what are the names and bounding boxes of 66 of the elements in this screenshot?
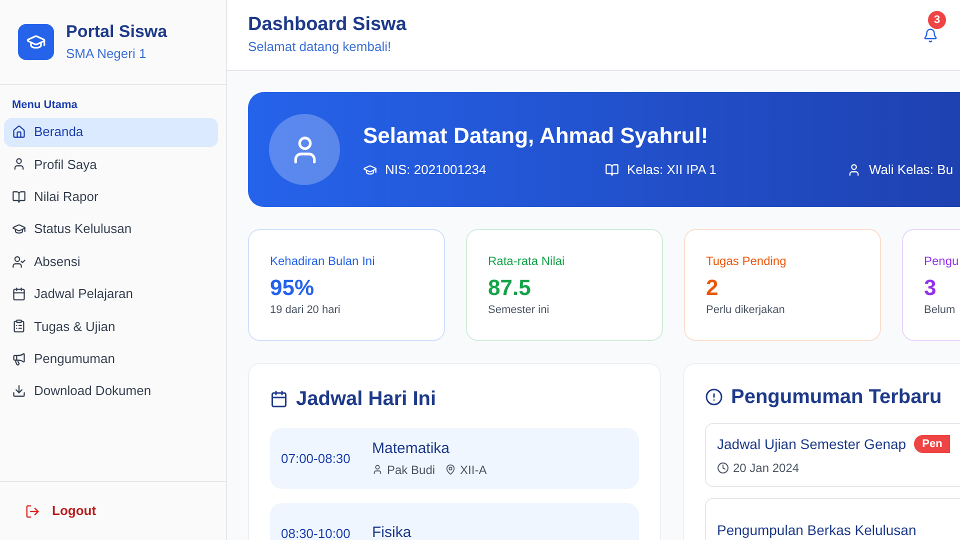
stat-value: 87.5 xyxy=(488,274,532,302)
sidebar-item[interactable]: Absensi xyxy=(4,247,218,276)
announcement-heading: Jadwal Ujian Semester Genap xyxy=(717,434,906,454)
priority-badge: Pen xyxy=(914,435,950,453)
sidebar-item[interactable]: Jadwal Pelajaran xyxy=(4,279,218,308)
book-icon xyxy=(605,163,619,177)
location-pin-icon xyxy=(445,464,456,476)
calendar-icon xyxy=(12,286,26,301)
stat-label: Rata-rata Nilai xyxy=(488,252,566,270)
schedule-title: Jadwal Hari Ini xyxy=(296,387,436,412)
stat-value: 3 xyxy=(924,274,938,302)
download-icon xyxy=(12,384,26,398)
announcement-item[interactable]: Pengumpulan Berkas Kelulusan xyxy=(705,498,960,540)
student-info: Kelas: XII IPA 1 xyxy=(627,161,716,180)
user-icon xyxy=(372,464,383,476)
clock-icon xyxy=(717,462,729,474)
clipboard-icon xyxy=(12,319,26,334)
logo-icon xyxy=(18,24,54,60)
graduation-cap-icon xyxy=(12,222,26,236)
logout-link[interactable]: Logout xyxy=(25,501,96,521)
user-icon xyxy=(847,163,861,177)
user-check-icon xyxy=(12,254,26,269)
brand-title: Portal Siswa xyxy=(66,21,168,44)
alert-icon xyxy=(705,388,723,406)
stat-label: Kehadiran Bulan Ini xyxy=(270,252,376,270)
sidebar-item[interactable]: Beranda xyxy=(4,118,218,146)
notification-icon xyxy=(922,28,938,42)
stat-value: 95% xyxy=(270,274,316,302)
stat-label: Pengu xyxy=(924,252,960,270)
stat-note: Perlu dikerjakan xyxy=(706,302,786,318)
home-icon xyxy=(12,125,26,139)
teacher-name: Pak Budi xyxy=(387,462,436,479)
book-icon xyxy=(12,190,26,204)
announcement-heading: Pengumpulan Berkas Kelulusan xyxy=(717,520,916,540)
announcement-title: Pengumuman Terbaru xyxy=(731,385,942,410)
room-name: XII-A xyxy=(460,462,487,479)
page-title: Dashboard Siswa xyxy=(248,13,406,38)
announcement-date: 20 Jan 2024 xyxy=(733,460,800,476)
sidebar-item[interactable]: Pengumuman xyxy=(4,344,218,374)
student-info: Wali Kelas: Bu xyxy=(869,161,954,180)
welcome-heading: Selamat Datang, Ahmad Syahrul! xyxy=(363,122,710,150)
sidebar-item[interactable]: Status Kelulusan xyxy=(4,214,218,244)
brand-subtitle: SMA Negeri 1 xyxy=(66,45,148,64)
stat-note: Belum xyxy=(924,302,956,318)
announcement-item[interactable]: Jadwal Ujian Semester Genap Pen 20 Jan 2024 xyxy=(705,423,960,487)
stat-value: 2 xyxy=(706,274,720,302)
sidebar-item[interactable]: Profil Saya xyxy=(4,150,218,179)
logout-icon xyxy=(25,504,40,518)
subject-name: Fisika xyxy=(372,523,412,540)
notification-badge: 3 xyxy=(928,11,946,29)
schedule-time: 08:30-10:00 xyxy=(281,524,352,540)
graduation-cap-icon xyxy=(363,163,377,177)
sidebar-item[interactable]: Download Dokumen xyxy=(4,376,218,406)
subject-name: Matematika xyxy=(372,439,451,460)
sidebar-item[interactable]: Nilai Rapor xyxy=(4,182,218,212)
page-subtitle: Selamat datang kembali! xyxy=(248,38,392,56)
student-info: NIS: 2021001234 xyxy=(385,161,486,180)
sidebar-item[interactable]: Tugas & Ujian xyxy=(4,312,218,341)
megaphone-icon xyxy=(12,352,26,366)
stat-note: 19 dari 20 hari xyxy=(270,302,342,318)
stat-label: Tugas Pending xyxy=(706,252,788,270)
calendar-icon xyxy=(270,390,288,408)
stat-note: Semester ini xyxy=(488,302,550,318)
schedule-time: 07:00-08:30 xyxy=(281,450,352,468)
user-icon xyxy=(12,157,26,172)
menu-section-label: Menu Utama xyxy=(11,98,78,113)
